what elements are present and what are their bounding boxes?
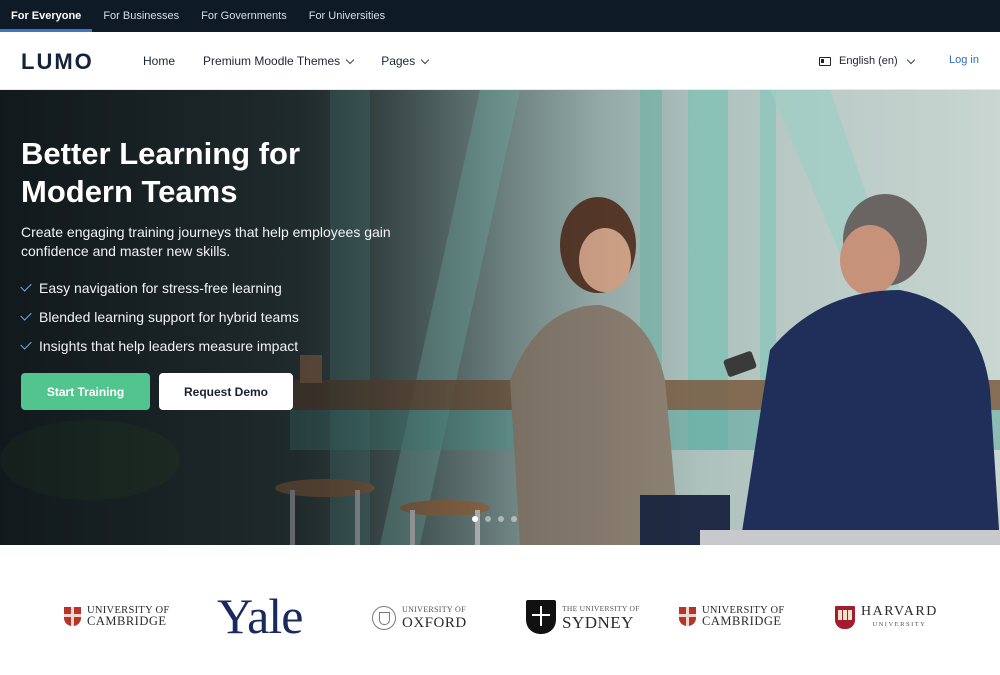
- audience-tab-label: For Businesses: [103, 10, 180, 22]
- check-icon: [20, 280, 32, 292]
- hero-banner: Better Learning for Modern Teams Create …: [0, 90, 1000, 545]
- nav-link-pages[interactable]: Pages: [381, 54, 430, 68]
- site-logo[interactable]: LUMO: [21, 49, 94, 75]
- logo-text: UNIVERSITY OF OXFORD: [402, 604, 467, 631]
- feature-list: Easy navigation for stress-free learning…: [20, 273, 401, 360]
- cambridge-crest-icon: [64, 606, 81, 626]
- logo-line: HARVARD: [861, 604, 938, 619]
- logo-line: SYDNEY: [562, 612, 634, 632]
- language-icon: [819, 56, 831, 66]
- audience-tab-label: For Universities: [308, 10, 386, 22]
- request-demo-button[interactable]: Request Demo: [159, 373, 293, 410]
- logo-yale: Yale: [217, 587, 303, 645]
- carousel-dot-2[interactable]: [485, 516, 491, 522]
- carousel-indicators: [472, 516, 517, 522]
- main-nav: LUMO Home Premium Moodle Themes Pages En…: [0, 32, 1000, 90]
- audience-tab-everyone[interactable]: For Everyone: [0, 0, 93, 32]
- language-label: English (en): [839, 55, 898, 67]
- logo-cambridge: UNIVERSITY OF CAMBRIDGE: [64, 605, 170, 627]
- logo-harvard: HARVARD UNIVERSITY: [835, 604, 938, 630]
- logo-line: UNIVERSITY: [872, 621, 927, 628]
- feature-text: Blended learning support for hybrid team…: [39, 308, 299, 325]
- logo-wordmark: Yale: [217, 588, 303, 644]
- logo-line: THE UNIVERSITY OF: [562, 603, 640, 613]
- nav-link-premium-themes[interactable]: Premium Moodle Themes: [203, 54, 355, 68]
- hero-title: Better Learning for Modern Teams: [21, 136, 301, 209]
- audience-bar: For Everyone For Businesses For Governme…: [0, 0, 1000, 32]
- logo-line: CAMBRIDGE: [87, 614, 167, 628]
- chevron-down-icon: [420, 55, 430, 64]
- feature-item: Easy navigation for stress-free learning: [20, 273, 401, 302]
- nav-links: Home Premium Moodle Themes Pages: [143, 32, 430, 90]
- language-selector[interactable]: English (en): [819, 32, 915, 90]
- logo-text: HARVARD UNIVERSITY: [861, 604, 938, 630]
- logo-text: UNIVERSITY OF CAMBRIDGE: [87, 605, 170, 627]
- harvard-shield-icon: [835, 605, 855, 629]
- carousel-dot-1[interactable]: [472, 516, 478, 522]
- audience-tab-governments[interactable]: For Governments: [190, 0, 298, 32]
- audience-tab-label: For Everyone: [11, 10, 82, 22]
- audience-tab-label: For Governments: [201, 10, 287, 22]
- hero-buttons: Start Training Request Demo: [21, 373, 293, 410]
- nav-link-label: Pages: [381, 54, 416, 68]
- partner-logos: UNIVERSITY OF CAMBRIDGE Yale UNIVERSITY …: [0, 545, 1000, 675]
- chevron-down-icon: [906, 55, 915, 64]
- hero-subtitle: Create engaging training journeys that h…: [21, 224, 391, 259]
- feature-item: Insights that help leaders measure impac…: [20, 331, 401, 360]
- logo-cambridge-2: UNIVERSITY OF CAMBRIDGE: [679, 605, 785, 627]
- feature-text: Easy navigation for stress-free learning: [39, 279, 282, 296]
- nav-link-label: Premium Moodle Themes: [203, 54, 341, 68]
- logo-line: UNIVERSITY OF: [402, 605, 466, 614]
- nav-link-label: Home: [143, 54, 176, 68]
- logo-line: OXFORD: [402, 615, 467, 631]
- carousel-dot-3[interactable]: [498, 516, 504, 522]
- oxford-seal-icon: [372, 605, 396, 630]
- hero-content: Better Learning for Modern Teams Create …: [20, 135, 401, 360]
- logo-text: UNIVERSITY OF CAMBRIDGE: [702, 605, 785, 627]
- nav-link-home[interactable]: Home: [143, 54, 175, 68]
- logo-sydney: THE UNIVERSITY OF SYDNEY: [526, 600, 640, 634]
- carousel-dot-4[interactable]: [511, 516, 517, 522]
- check-icon: [20, 309, 32, 321]
- start-training-button[interactable]: Start Training: [21, 373, 150, 410]
- chevron-down-icon: [345, 55, 355, 64]
- logo-line: CAMBRIDGE: [702, 614, 782, 628]
- login-link[interactable]: Log in: [949, 54, 979, 66]
- logo-text: THE UNIVERSITY OF SYDNEY: [562, 603, 640, 632]
- cambridge-crest-icon: [679, 606, 696, 626]
- feature-item: Blended learning support for hybrid team…: [20, 302, 401, 331]
- feature-text: Insights that help leaders measure impac…: [39, 337, 299, 354]
- logo-oxford: UNIVERSITY OF OXFORD: [372, 604, 467, 631]
- audience-tab-universities[interactable]: For Universities: [298, 0, 396, 32]
- sydney-shield-icon: [526, 600, 556, 634]
- audience-tab-businesses[interactable]: For Businesses: [92, 0, 190, 32]
- check-icon: [20, 338, 32, 350]
